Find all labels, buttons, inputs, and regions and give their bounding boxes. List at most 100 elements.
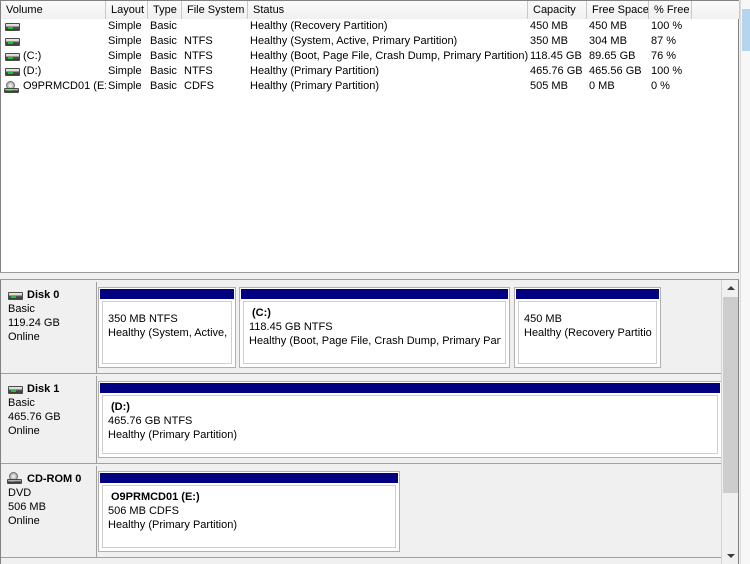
disk-size-label: 119.24 GB bbox=[8, 317, 60, 329]
partition-usage-bar bbox=[516, 289, 659, 299]
cell-free-space: 0 MB bbox=[589, 80, 615, 92]
cell-capacity: 465.76 GB bbox=[530, 65, 583, 77]
table-row[interactable]: O9PRMCD01 (E:) Simple Basic CDFS Healthy (Pr… bbox=[1, 79, 738, 94]
chevron-down-icon bbox=[726, 554, 735, 558]
column-header-layout[interactable]: Layout bbox=[106, 1, 148, 19]
cell-file-system: NTFS bbox=[184, 35, 213, 47]
cd-rom-icon bbox=[4, 81, 19, 93]
cell-free-space: 89.65 GB bbox=[589, 50, 636, 62]
partition-size-filesystem: 506 MB CDFS bbox=[108, 505, 179, 517]
hard-drive-icon bbox=[5, 68, 20, 76]
table-row[interactable]: (C:) Simple Basic NTFS Healthy (Boot, Page F… bbox=[1, 49, 738, 64]
cell-capacity: 450 MB bbox=[530, 20, 568, 32]
cell-percent-free: 76 % bbox=[651, 50, 677, 62]
disk-info-panel[interactable]: Disk 1 Basic 465.76 GB Online bbox=[1, 376, 97, 463]
partition-size-filesystem: 450 MB bbox=[524, 313, 562, 325]
cell-file-system: NTFS bbox=[184, 65, 213, 77]
partition-details: (D:) 465.76 GB NTFS Healthy (Primary Parti… bbox=[102, 395, 718, 454]
column-header-file-system[interactable]: File System bbox=[182, 1, 248, 19]
disk-status-label: Online bbox=[8, 515, 40, 527]
graphical-panel-scrollbar[interactable] bbox=[721, 280, 738, 564]
partition-strip: O9PRMCD01 (E:) 506 MB CDFS Healthy (Primar… bbox=[98, 471, 719, 552]
cell-layout: Simple bbox=[108, 35, 142, 47]
partition-label: (D:) bbox=[111, 401, 130, 413]
partition-usage-bar bbox=[241, 289, 508, 299]
cell-layout: Simple bbox=[108, 20, 142, 32]
window-scrollbar-thumb[interactable] bbox=[742, 9, 750, 51]
cell-status: Healthy (Primary Partition) bbox=[250, 65, 379, 77]
chevron-up-icon bbox=[726, 286, 735, 290]
volume-list-panel: Volume Layout Type File System Status Capacit… bbox=[0, 0, 740, 272]
disk-type-label: Basic bbox=[8, 397, 35, 409]
disk-row[interactable]: Disk 0 Basic 119.24 GB Online 350 MB NTFS Hea… bbox=[1, 282, 723, 374]
table-row[interactable]: (D:) Simple Basic NTFS Healthy (Primary Part… bbox=[1, 64, 738, 79]
cell-status: Healthy (Recovery Partition) bbox=[250, 20, 388, 32]
cell-volume bbox=[23, 19, 106, 34]
cell-capacity: 350 MB bbox=[530, 35, 568, 47]
partition-block[interactable]: 450 MB Healthy (Recovery Partition bbox=[514, 287, 661, 368]
partition-health-status: Healthy (Boot, Page File, Crash Dump, Pr… bbox=[249, 335, 501, 347]
cell-free-space: 304 MB bbox=[589, 35, 627, 47]
cell-status: Healthy (Primary Partition) bbox=[250, 80, 379, 92]
partition-usage-bar bbox=[100, 289, 234, 299]
disk-title: CD-ROM 0 bbox=[7, 472, 96, 486]
disk-size-label: 506 MB bbox=[8, 501, 46, 513]
partition-label: O9PRMCD01 (E:) bbox=[111, 491, 200, 503]
cell-type: Basic bbox=[150, 20, 177, 32]
partition-details: 350 MB NTFS Healthy (System, Active, P bbox=[102, 301, 232, 364]
column-header--free[interactable]: % Free bbox=[649, 1, 692, 19]
cell-type: Basic bbox=[150, 50, 177, 62]
partition-details: (C:) 118.45 GB NTFS Healthy (Boot, Page Fi… bbox=[243, 301, 506, 364]
disk-management-window: Volume Layout Type File System Status Capacit… bbox=[0, 0, 750, 564]
hard-drive-icon bbox=[5, 23, 20, 31]
disk-name-label: Disk 0 bbox=[27, 289, 60, 301]
panel-splitter[interactable] bbox=[0, 272, 739, 280]
partition-size-filesystem: 118.45 GB NTFS bbox=[249, 321, 333, 333]
column-header-free-space[interactable]: Free Space bbox=[587, 1, 649, 19]
partition-block[interactable]: (C:) 118.45 GB NTFS Healthy (Boot, Page Fi… bbox=[239, 287, 510, 368]
hard-drive-icon bbox=[5, 53, 20, 61]
partition-size-filesystem: 350 MB NTFS bbox=[108, 313, 178, 325]
partition-details: 450 MB Healthy (Recovery Partition bbox=[518, 301, 657, 364]
disk-info-panel[interactable]: CD-ROM 0 DVD 506 MB Online bbox=[1, 466, 97, 557]
cell-layout: Simple bbox=[108, 50, 142, 62]
cell-volume: (C:) bbox=[23, 50, 42, 62]
disk-name-label: Disk 1 bbox=[27, 383, 60, 395]
disk-row[interactable]: CD-ROM 0 DVD 506 MB Online O9PRMCD01 (E:) 506… bbox=[1, 466, 723, 558]
table-row[interactable]: Simple Basic Healthy (Recovery Partition) 4… bbox=[1, 19, 738, 34]
partition-label: (C:) bbox=[252, 307, 271, 319]
window-vertical-scrollbar[interactable] bbox=[740, 0, 750, 564]
cell-type: Basic bbox=[150, 80, 177, 92]
table-row[interactable]: Simple Basic NTFS Healthy (System, Active, … bbox=[1, 34, 738, 49]
partition-block[interactable]: O9PRMCD01 (E:) 506 MB CDFS Healthy (Primar… bbox=[98, 471, 400, 552]
cell-status: Healthy (System, Active, Primary Partiti… bbox=[250, 35, 458, 47]
partition-size-filesystem: 465.76 GB NTFS bbox=[108, 415, 193, 427]
partition-health-status: Healthy (Primary Partition) bbox=[108, 519, 237, 531]
cell-file-system: CDFS bbox=[184, 80, 214, 92]
cell-free-space: 450 MB bbox=[589, 20, 627, 32]
volume-list-rows: Simple Basic Healthy (Recovery Partition) 4… bbox=[1, 19, 738, 94]
graphical-disk-panel: Disk 0 Basic 119.24 GB Online 350 MB NTFS Hea… bbox=[0, 280, 739, 564]
column-header-status[interactable]: Status bbox=[248, 1, 528, 19]
partition-strip: 350 MB NTFS Healthy (System, Active, P (C:… bbox=[98, 287, 719, 368]
disk-row[interactable]: Disk 1 Basic 465.76 GB Online (D:) 465.76 GB … bbox=[1, 376, 723, 464]
cd-rom-icon bbox=[7, 472, 22, 484]
scrollbar-thumb[interactable] bbox=[723, 297, 738, 493]
cell-percent-free: 0 % bbox=[651, 80, 670, 92]
cell-free-space: 465.56 GB bbox=[589, 65, 642, 77]
column-header-capacity[interactable]: Capacity bbox=[528, 1, 587, 19]
partition-usage-bar bbox=[100, 383, 720, 393]
cell-status: Healthy (Boot, Page File, Crash Dump, Pr… bbox=[250, 50, 528, 62]
partition-block[interactable]: 350 MB NTFS Healthy (System, Active, P bbox=[98, 287, 236, 368]
disk-info-panel[interactable]: Disk 0 Basic 119.24 GB Online bbox=[1, 282, 97, 373]
hard-drive-icon bbox=[8, 292, 23, 300]
disk-status-label: Online bbox=[8, 425, 40, 437]
partition-block[interactable]: (D:) 465.76 GB NTFS Healthy (Primary Parti… bbox=[98, 381, 722, 458]
column-header-type[interactable]: Type bbox=[148, 1, 182, 19]
partition-usage-bar bbox=[100, 473, 398, 483]
scroll-up-button[interactable] bbox=[722, 280, 738, 296]
scroll-down-button[interactable] bbox=[722, 548, 738, 564]
column-header-volume[interactable]: Volume bbox=[1, 1, 106, 19]
cell-layout: Simple bbox=[108, 80, 142, 92]
column-header-blank[interactable] bbox=[692, 1, 740, 19]
